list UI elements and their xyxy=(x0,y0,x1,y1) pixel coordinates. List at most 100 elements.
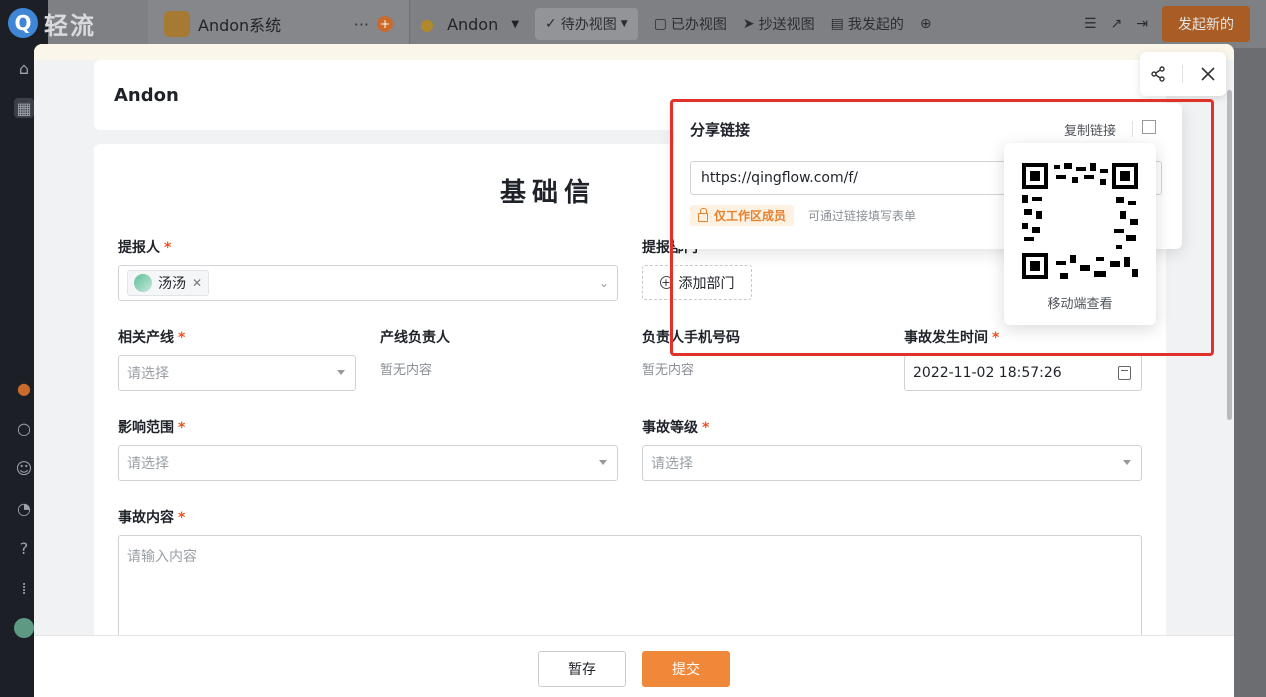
users-icon[interactable]: ☺ xyxy=(14,458,34,478)
apps-icon[interactable]: ▦ xyxy=(14,98,34,118)
tab-mine-label: 我发起的 xyxy=(847,17,904,33)
required-mark: * xyxy=(178,510,186,526)
incident-time-value: 2022-11-02 18:57:26 xyxy=(913,365,1062,381)
close-icon[interactable] xyxy=(1196,62,1220,86)
incident-time-label: 事故发生时间 * xyxy=(904,327,999,347)
tab-todo-label: 待办视图 xyxy=(560,17,617,33)
avatar[interactable] xyxy=(14,618,34,638)
reporter-chip-label: 汤汤 xyxy=(158,276,186,292)
modal-footer: 暂存 提交 xyxy=(34,635,1234,697)
grid-icon[interactable]: ⁞ xyxy=(14,578,34,598)
logo-mark: Q xyxy=(8,8,38,38)
qr-caption: 移动端查看 xyxy=(1047,297,1113,312)
doc-icon: ▤ xyxy=(830,16,844,32)
launch-new-button[interactable]: 发起新的 xyxy=(1162,6,1250,42)
tab-mine[interactable]: ▤ 我发起的 xyxy=(831,14,904,34)
calendar-icon[interactable] xyxy=(1118,366,1131,380)
required-mark: * xyxy=(178,420,186,436)
qrcode-icon[interactable] xyxy=(1142,120,1156,134)
bell-icon[interactable]: ◔ xyxy=(14,498,34,518)
app-icon xyxy=(164,11,190,37)
incident-time-label-text: 事故发生时间 xyxy=(904,330,988,346)
content-label-text: 事故内容 xyxy=(118,510,174,526)
view-tabs: ● Andon ▼ ✓ 待办视图 ▼ ▢ 已办视图 ➤ 抄送视图 ▤ 我发起的 ⊕ xyxy=(420,0,932,48)
add-app-icon[interactable]: ● xyxy=(14,378,34,398)
access-badge-label: 仅工作区成员 xyxy=(714,209,787,223)
required-mark: * xyxy=(702,420,710,436)
tab-app[interactable]: ● Andon ▼ xyxy=(420,15,519,34)
lock-icon xyxy=(698,207,708,222)
help-icon[interactable]: ? xyxy=(14,538,34,558)
app-name: Andon系统 xyxy=(198,16,282,35)
level-label-text: 事故等级 xyxy=(642,420,698,436)
line-owner-label: 产线负责人 xyxy=(380,330,450,346)
owner-phone-value: 暂无内容 xyxy=(642,363,695,378)
tab-app-label: Andon xyxy=(447,14,499,34)
level-placeholder: 请选择 xyxy=(651,456,693,472)
modal-topline xyxy=(34,44,1234,60)
check-icon: ✓ xyxy=(545,16,557,32)
required-mark: * xyxy=(178,330,186,346)
add-view-icon[interactable]: ⊕ xyxy=(920,16,932,32)
share-icon[interactable] xyxy=(1146,62,1170,86)
app-title[interactable]: Andon系统 ··· + xyxy=(148,0,410,48)
add-dept-button[interactable]: + 添加部门 xyxy=(642,265,752,300)
line-label-text: 相关产线 xyxy=(118,330,174,346)
plus-circle-icon: + xyxy=(659,276,673,289)
tab-cc[interactable]: ➤ 抄送视图 xyxy=(743,14,815,34)
avatar xyxy=(134,274,152,292)
section-title: 基础信 xyxy=(500,178,597,208)
logo-text: 轻流 xyxy=(44,11,96,40)
search-icon[interactable]: ○ xyxy=(14,418,34,438)
required-mark: * xyxy=(992,330,1000,346)
add-dept-label: 添加部门 xyxy=(678,275,735,292)
close-icon[interactable]: ✕ xyxy=(192,276,202,290)
reporter-chip: 汤汤 ✕ xyxy=(127,270,210,296)
tab-done-label: 已办视图 xyxy=(670,17,727,33)
copy-link-button[interactable]: 复制链接 xyxy=(1064,120,1116,139)
access-badge: 仅工作区成员 xyxy=(690,205,795,226)
tab-done[interactable]: ▢ 已办视图 xyxy=(654,14,727,34)
caret-down-icon xyxy=(1123,460,1131,465)
reporter-label: 提报人 * xyxy=(118,237,171,257)
caret-down-icon xyxy=(337,370,345,375)
scrollbar[interactable] xyxy=(1227,90,1232,420)
caret-down-icon xyxy=(599,460,607,465)
line-placeholder: 请选择 xyxy=(127,366,169,382)
submit-button[interactable]: 提交 xyxy=(642,651,730,687)
tab-cc-label: 抄送视图 xyxy=(758,17,815,33)
level-select[interactable]: 请选择 xyxy=(642,445,1142,481)
send-icon: ➤ xyxy=(742,16,755,32)
chevron-down-icon: ⌄ xyxy=(598,276,609,290)
scope-label: 影响范围 * xyxy=(118,417,185,437)
line-label: 相关产线 * xyxy=(118,327,185,347)
add-icon[interactable]: + xyxy=(377,16,393,32)
list-icon[interactable]: ☰ xyxy=(1084,16,1097,32)
bulb-icon: ● xyxy=(420,14,434,34)
home-icon[interactable]: ⌂ xyxy=(14,58,34,78)
scope-label-text: 影响范围 xyxy=(118,420,174,436)
share-divider xyxy=(1132,121,1133,137)
chevron-down-icon: ▼ xyxy=(620,19,628,29)
reporter-select[interactable]: 汤汤 ✕ ⌄ xyxy=(118,265,618,301)
more-icon[interactable]: ··· xyxy=(354,15,369,34)
trend-icon[interactable]: ↗ xyxy=(1111,16,1123,32)
qrcode-image xyxy=(1020,161,1140,281)
owner-phone-label: 负责人手机号码 xyxy=(642,330,740,346)
content-label: 事故内容 * xyxy=(118,507,185,527)
tool-divider xyxy=(1182,65,1184,83)
line-select[interactable]: 请选择 xyxy=(118,355,356,391)
logo: Q 轻流 xyxy=(8,6,118,40)
chevron-down-icon: ▼ xyxy=(511,18,520,30)
scope-select[interactable]: 请选择 xyxy=(118,445,618,481)
tab-todo[interactable]: ✓ 待办视图 ▼ xyxy=(535,8,638,40)
share-hint: 可通过链接填写表单 xyxy=(808,209,917,223)
line-owner-value: 暂无内容 xyxy=(380,363,433,378)
qr-card: 移动端查看 xyxy=(1004,143,1156,325)
share-title: 分享链接 xyxy=(690,121,751,139)
level-label: 事故等级 * xyxy=(642,417,709,437)
incident-time-picker[interactable]: 2022-11-02 18:57:26 xyxy=(904,355,1142,391)
reporter-label-text: 提报人 xyxy=(118,240,160,256)
export-icon[interactable]: ⇥ xyxy=(1136,16,1148,32)
draft-button[interactable]: 暂存 xyxy=(538,651,626,687)
